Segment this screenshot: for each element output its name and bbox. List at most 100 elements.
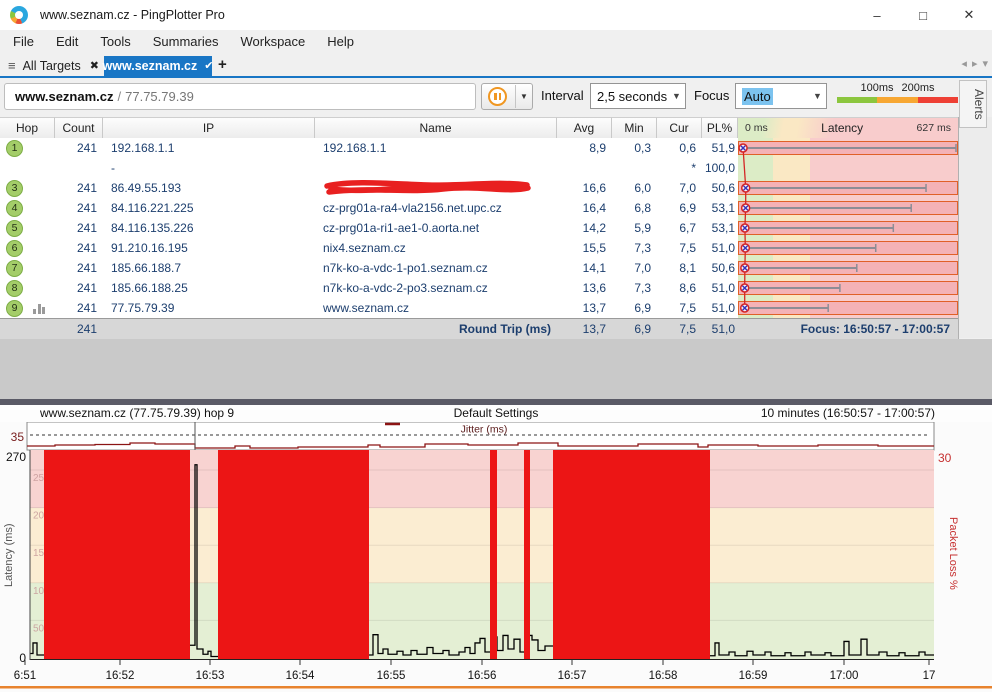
table-row-hop-5[interactable]: 524184.116.135.226cz-prg01a-ri1-ae1-0.ao… <box>0 218 958 238</box>
interval-label: Interval <box>541 88 584 103</box>
ip-cell: - <box>103 158 315 178</box>
name-cell: 192.168.1.1 <box>315 138 557 158</box>
col-header-ip[interactable]: IP <box>103 117 315 139</box>
graph-header: www.seznam.cz (77.75.79.39) hop 9 Defaul… <box>0 405 992 422</box>
scale-green-segment <box>837 97 877 103</box>
table-row-hop-4[interactable]: 424184.116.221.225cz-prg01a-ra4-vla2156.… <box>0 198 958 218</box>
col-header-hop[interactable]: Hop <box>0 117 55 139</box>
pause-button[interactable]: ▼ <box>481 83 533 110</box>
focus-dropdown-icon: ▼ <box>809 91 826 101</box>
target-display[interactable]: www.seznam.cz / 77.75.79.39 <box>4 83 476 110</box>
col-header-count[interactable]: Count <box>55 117 103 139</box>
pingplotter-window: www.seznam.cz - PingPlotter Pro – □ ✕ Fi… <box>0 0 992 692</box>
name-cell <box>315 178 557 198</box>
count-cell: 241 <box>55 178 103 198</box>
col-header-min[interactable]: Min <box>612 117 657 139</box>
menu-edit[interactable]: Edit <box>45 30 89 54</box>
focus-value: Auto <box>742 88 773 105</box>
latency-cell <box>738 218 958 238</box>
tab-seznam-label: www.seznam.cz <box>103 59 198 73</box>
tab-close-icon[interactable]: ✖ <box>90 59 99 72</box>
avg-cell: 16,6 <box>557 178 612 198</box>
alerts-side-tab[interactable]: Alerts <box>959 80 987 128</box>
svg-text:16:55: 16:55 <box>377 670 406 682</box>
target-ip: 77.75.79.39 <box>125 89 194 104</box>
svg-text:6:51: 6:51 <box>14 670 36 682</box>
graph-timespan-label[interactable]: 10 minutes (16:50:57 - 17:00:57) <box>761 406 935 420</box>
table-row-hop-1[interactable]: 1241192.168.1.1192.168.1.18,90,30,651,9 <box>0 138 958 158</box>
table-row-hop-6[interactable]: 624191.210.16.195nix4.seznam.cz15,57,37,… <box>0 238 958 258</box>
pl-cell: 50,6 <box>702 258 738 278</box>
tab-scroll-left-icon[interactable]: ◂ <box>961 57 967 70</box>
table-header: Hop Count IP Name Avg Min Cur PL% 0 ms L… <box>0 117 958 138</box>
focus-label: Focus <box>694 88 729 103</box>
tab-check-icon: ✔ <box>204 59 213 72</box>
tab-scroll-right-icon[interactable]: ▸ <box>972 57 978 70</box>
hop-number-badge: 9 <box>6 300 23 317</box>
focus-select[interactable]: Auto ▼ <box>735 83 827 109</box>
cur-cell: 7,5 <box>657 298 702 318</box>
target-host: www.seznam.cz <box>15 89 114 104</box>
tab-all-targets[interactable]: ≡ All Targets ✖ <box>0 56 107 76</box>
col-header-avg[interactable]: Avg <box>557 117 612 139</box>
latency-cell <box>738 158 958 178</box>
latency-cell <box>738 298 958 318</box>
graph-settings-label[interactable]: Default Settings <box>454 406 539 420</box>
col-header-name[interactable]: Name <box>315 117 557 139</box>
table-row-hop-3[interactable]: 324186.49.55.19316,66,07,050,6 <box>0 178 958 198</box>
latency-cell <box>738 138 958 158</box>
close-button[interactable]: ✕ <box>946 0 992 30</box>
menu-tools[interactable]: Tools <box>89 30 141 54</box>
hop-number-badge: 4 <box>6 200 23 217</box>
scale-200ms-label: 200ms <box>901 82 934 94</box>
col-header-cur[interactable]: Cur <box>657 117 702 139</box>
table-row-hop-lost[interactable]: -*100,0 <box>0 158 958 178</box>
svg-text:Latency (ms): Latency (ms) <box>3 523 15 587</box>
hop-cell: 5 <box>0 218 55 238</box>
app-icon <box>10 6 28 24</box>
menu-summaries[interactable]: Summaries <box>142 30 230 54</box>
col-header-pl[interactable]: PL% <box>702 117 738 139</box>
min-cell: 6,0 <box>612 178 657 198</box>
summary-pl: 51,0 <box>702 319 738 339</box>
pl-cell: 51,0 <box>702 298 738 318</box>
min-cell: 7,3 <box>612 278 657 298</box>
avg-cell: 13,7 <box>557 298 612 318</box>
latency-cell <box>738 178 958 198</box>
maximize-button[interactable]: □ <box>900 0 946 30</box>
ip-cell: 77.75.79.39 <box>103 298 315 318</box>
count-cell: 241 <box>55 258 103 278</box>
avg-cell <box>557 158 612 178</box>
cur-cell: 6,9 <box>657 198 702 218</box>
round-trip-row[interactable]: 241 Round Trip (ms) 13,7 6,9 7,5 51,0 Fo… <box>0 318 958 340</box>
name-cell: n7k-ko-a-vdc-1-po1.seznam.cz <box>315 258 557 278</box>
tab-seznam[interactable]: www.seznam.cz ✔ <box>104 56 212 76</box>
new-tab-button[interactable]: + <box>218 56 227 73</box>
interval-select[interactable]: 2,5 seconds ▼ <box>590 83 686 109</box>
pause-dropdown-icon[interactable]: ▼ <box>515 85 532 108</box>
min-cell <box>612 158 657 178</box>
hop-cell: 9 <box>0 298 55 318</box>
cur-cell: 0,6 <box>657 138 702 158</box>
ip-cell: 91.210.16.195 <box>103 238 315 258</box>
menu-help[interactable]: Help <box>316 30 365 54</box>
latency-scale-legend: 100ms 200ms <box>837 82 958 106</box>
svg-text:270: 270 <box>6 450 26 464</box>
avg-cell: 13,6 <box>557 278 612 298</box>
name-cell: nix4.seznam.cz <box>315 238 557 258</box>
col-header-latency[interactable]: 0 ms Latency 627 ms <box>738 117 958 139</box>
tab-scroll-down-icon[interactable]: ▾ <box>982 57 988 70</box>
pl-cell: 53,1 <box>702 198 738 218</box>
table-row-hop-7[interactable]: 7241185.66.188.7n7k-ko-a-vdc-1-po1.sezna… <box>0 258 958 278</box>
table-row-hop-9[interactable]: 924177.75.79.39www.seznam.cz13,76,97,551… <box>0 298 958 318</box>
timeline-graph[interactable]: 35Jitter (ms)50 ms100 ms150 ms200 ms250 … <box>0 422 992 692</box>
hop-number-badge: 8 <box>6 280 23 297</box>
menu-workspace[interactable]: Workspace <box>229 30 316 54</box>
avg-cell: 8,9 <box>557 138 612 158</box>
target-separator: / <box>118 89 122 104</box>
menu-file[interactable]: File <box>2 30 45 54</box>
minimize-button[interactable]: – <box>854 0 900 30</box>
count-cell <box>55 158 103 178</box>
table-row-hop-8[interactable]: 8241185.66.188.25n7k-ko-a-vdc-2-po3.sezn… <box>0 278 958 298</box>
count-cell: 241 <box>55 198 103 218</box>
